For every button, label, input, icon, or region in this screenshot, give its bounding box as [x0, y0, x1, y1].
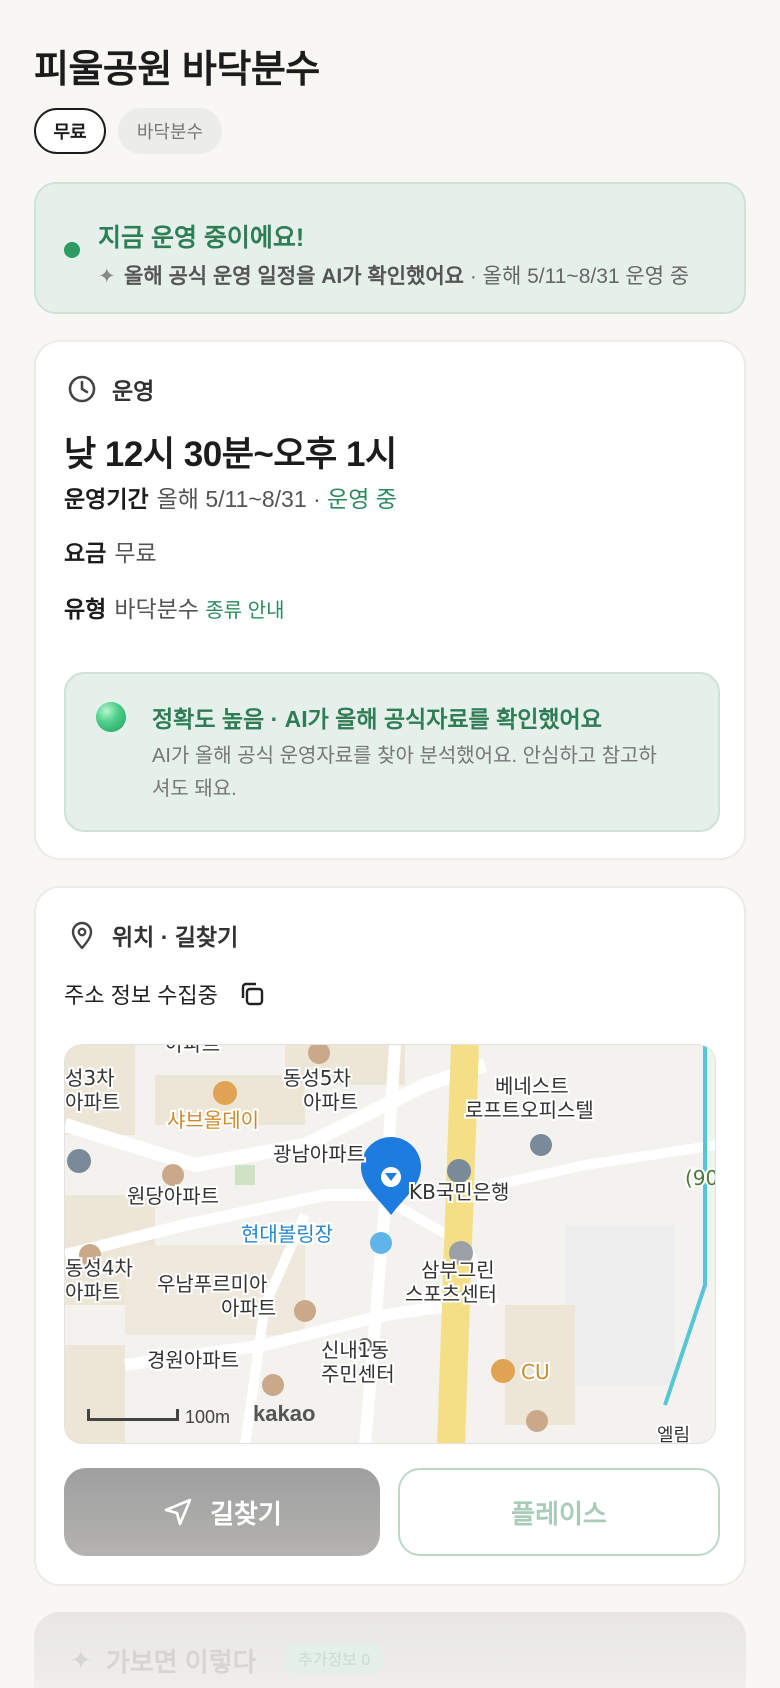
period-row: 운영기간 올해 5/11~8/31 · 운영 중 [64, 480, 397, 514]
map-label-sinnae: 신내1동 주민센터 [321, 1338, 395, 1386]
next-section-card: ✦ 가보면 이렇다 추가정보 0 [34, 1612, 746, 1688]
map-label-apt-top: 아파트 [165, 1045, 220, 1056]
place-button[interactable]: 플레이스 [398, 1468, 720, 1556]
type-value: 바닥분수 [114, 596, 199, 622]
map-label-cu: CU [521, 1360, 550, 1384]
next-section-title-row: ✦ 가보면 이렇다 [70, 1642, 257, 1679]
clock-icon [68, 375, 96, 403]
fee-row: 요금 무료 [64, 534, 157, 568]
type-chip[interactable]: 바닥분수 [118, 108, 222, 154]
map-label-sambu: 삼부그린 스포츠센터 [405, 1258, 497, 1306]
map-label-90: (90 [685, 1166, 716, 1190]
map-label-shabu: 샤브올데이 [167, 1108, 259, 1132]
status-note-detail: · 올해 5/11~8/31 운영 중 [463, 265, 690, 288]
type-label: 유형 [64, 596, 107, 622]
sparkle-icon: ✦ [98, 265, 116, 288]
location-card: 위치 · 길찾기 주소 정보 수집중 동성5차 아파트 성3차 아파트 샤브올데… [34, 886, 746, 1586]
type-guide-link[interactable]: 종류 안내 [205, 600, 284, 622]
accuracy-description: AI가 올해 공식 운영자료를 찾아 분석했어요. 안심하고 참고하셔도 돼요. [152, 745, 657, 800]
map-labels: 아파트 동성5차아파트 성3차아파트 샤브올데이 베네스트로프트오피스텔 광남아… [65, 1045, 716, 1444]
next-section-badge: 추가정보 0 [284, 1642, 385, 1674]
map-label-wondang: 원당아파트 [127, 1184, 219, 1208]
operating-hours: 낮 12시 30분~오후 1시 [64, 435, 397, 474]
sparkle-icon: ✦ [70, 1645, 92, 1675]
fee-label: 요금 [64, 540, 107, 566]
accuracy-title: 정확도 높음 · AI가 올해 공식자료를 확인했어요 [152, 706, 602, 732]
fee-chip[interactable]: 무료 [34, 108, 106, 154]
map-label-kb-bank: KB국민은행 [409, 1180, 509, 1204]
status-note: ✦ 올해 공식 운영 일정을 AI가 확인했어요 · 올해 5/11~8/31 운… [98, 260, 689, 290]
status-note-strong: 올해 공식 운영 일정을 AI가 확인했어요 [124, 265, 464, 288]
period-status: 운영 중 [327, 486, 397, 512]
operation-header: 운영 [66, 372, 154, 406]
operation-card: 운영 낮 12시 30분~오후 1시 운영기간 올해 5/11~8/31 · 운영… [34, 340, 746, 860]
next-section-title: 가보면 이렇다 [105, 1647, 257, 1677]
map-label-elim: 엘림 [657, 1425, 690, 1444]
directions-button[interactable]: 길찾기 [64, 1468, 380, 1556]
fee-value: 무료 [114, 540, 157, 566]
map-provider-logo: kakao [253, 1401, 316, 1426]
map-label-dongsung5: 동성5차 아파트 [283, 1066, 358, 1114]
status-dot-icon [64, 242, 80, 258]
map-label-dongsung3: 성3차 아파트 [65, 1066, 120, 1114]
map-label-gwangnam: 광남아파트 [273, 1142, 365, 1166]
location-header: 위치 · 길찾기 [66, 918, 238, 952]
address-text: 주소 정보 수집중 [64, 983, 218, 1008]
map-scale-bar [87, 1409, 179, 1421]
ai-orb-icon [96, 702, 126, 732]
type-row: 유형 바닥분수 종류 안내 [64, 590, 285, 624]
map-label-dongsung4: 동성4차 아파트 [65, 1256, 133, 1304]
map-label-gyeongwon: 경원아파트 [147, 1348, 239, 1372]
status-title: 지금 운영 중이에요! [98, 224, 305, 252]
period-label: 운영기간 [64, 486, 149, 512]
map-view[interactable]: 아파트 동성5차아파트 성3차아파트 샤브올데이 베네스트로프트오피스텔 광남아… [64, 1044, 716, 1444]
map-label-bowling: 현대볼링장 [241, 1222, 333, 1246]
page: 피울공원 바닥분수 무료 바닥분수 지금 운영 중이에요! ✦ 올해 공식 운영 … [0, 0, 780, 1688]
directions-label: 길찾기 [210, 1498, 282, 1529]
address-row: 주소 정보 수집중 [64, 978, 266, 1010]
navigation-arrow-icon [164, 1498, 192, 1526]
copy-icon[interactable] [238, 980, 266, 1008]
accuracy-box: 정확도 높음 · AI가 올해 공식자료를 확인했어요 AI가 올해 공식 운영… [64, 672, 720, 832]
operation-label: 운영 [112, 378, 155, 404]
page-title: 피울공원 바닥분수 [34, 49, 320, 91]
map-label-venest: 베네스트 로프트오피스텔 [465, 1074, 594, 1122]
map-scale-label: 100m [185, 1407, 231, 1427]
location-label: 위치 · 길찾기 [112, 924, 239, 950]
location-pin-icon [71, 921, 93, 950]
map-label-unam: 우남푸르미아 아파트 [157, 1272, 276, 1320]
status-banner: 지금 운영 중이에요! ✦ 올해 공식 운영 일정을 AI가 확인했어요 · 올해… [34, 182, 746, 314]
period-value: 올해 5/11~8/31 · [156, 486, 321, 512]
